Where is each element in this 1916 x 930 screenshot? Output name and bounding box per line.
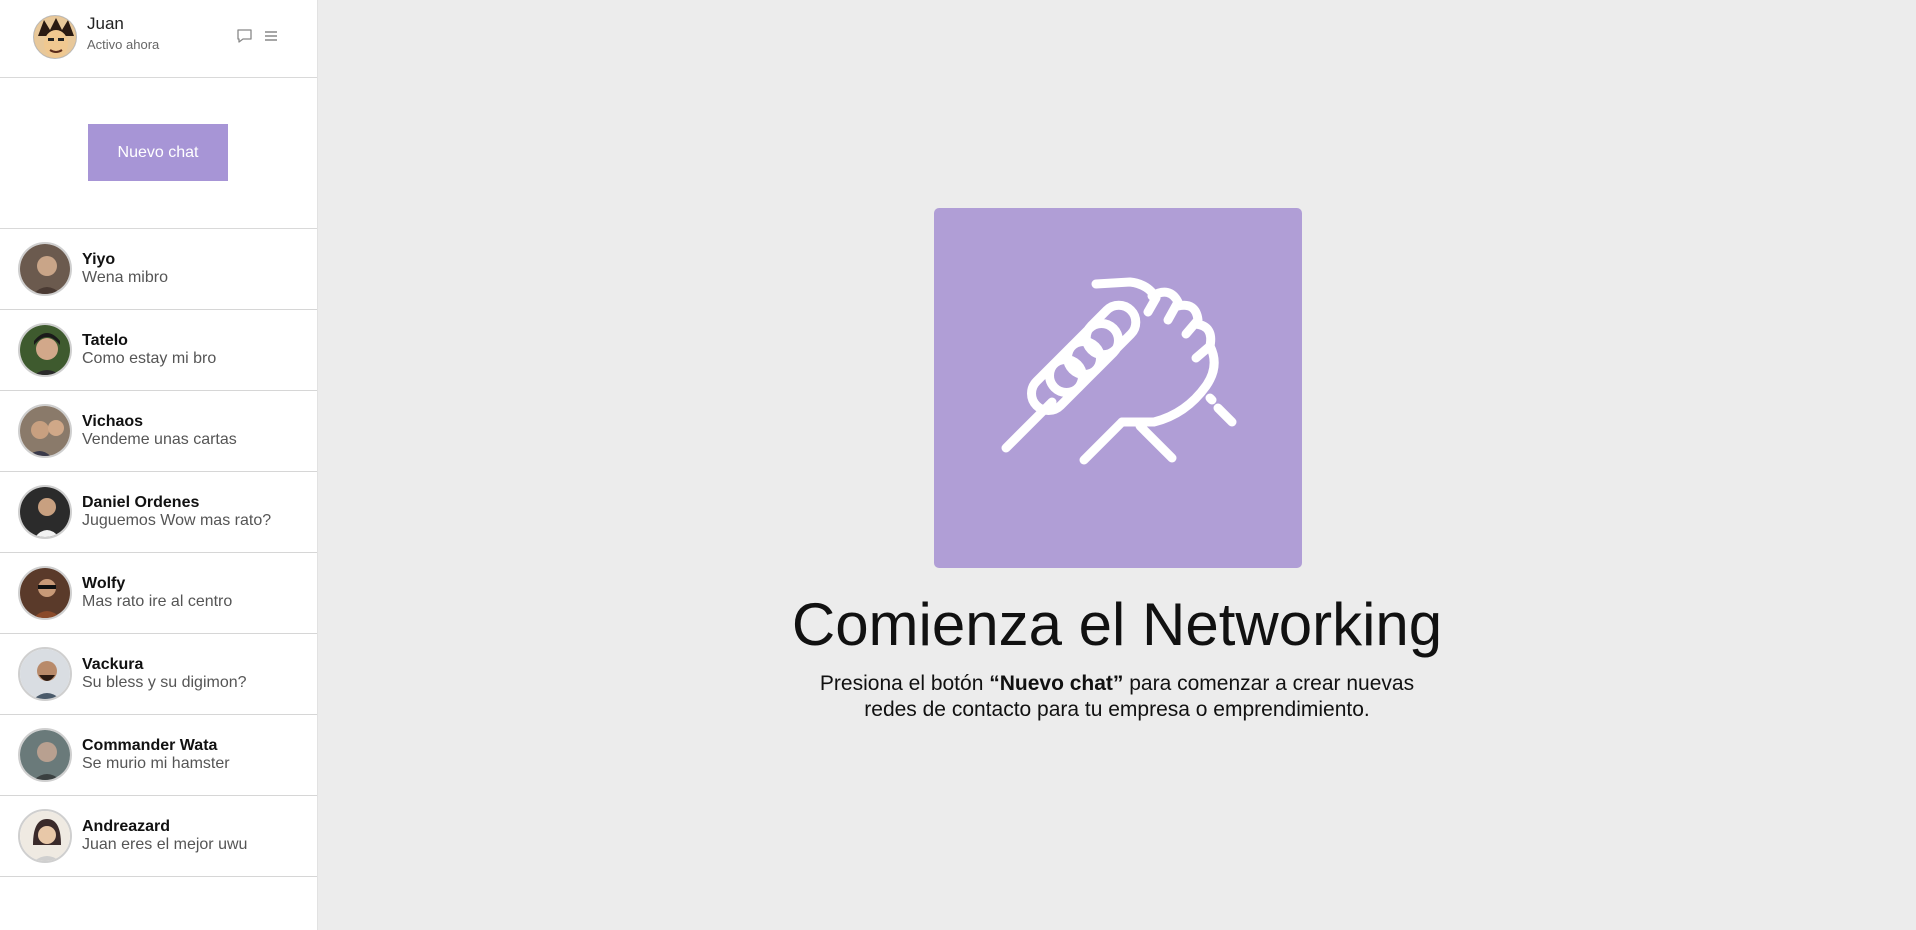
sidebar: Juan Activo ahora Nuevo chat Yiyo Wena m… <box>0 0 318 930</box>
contact-name: Wolfy <box>82 575 126 592</box>
contact-list: Yiyo Wena mibro Tatelo Como estay mi bro… <box>0 229 317 877</box>
contact-name: Commander Wata <box>82 737 218 754</box>
new-chat-button[interactable]: Nuevo chat <box>88 124 228 181</box>
contact-item-vichaos[interactable]: Vichaos Vendeme unas cartas <box>0 391 317 472</box>
contact-last-message: Como estay mi bro <box>82 350 217 367</box>
contact-name: Andreazard <box>82 818 171 835</box>
contact-item-wolfy[interactable]: Wolfy Mas rato ire al centro <box>0 553 317 634</box>
contact-avatar <box>18 242 72 296</box>
contact-name: Tatelo <box>82 332 128 349</box>
main-panel: Comienza el Networking Presiona el botón… <box>318 0 1916 930</box>
contact-name: Vichaos <box>82 413 144 430</box>
description-suffix: para comenzar a crear nuevas <box>1123 672 1415 695</box>
page-title: Comienza el Networking <box>791 591 1443 658</box>
description-line-2: redes de contacto para tu empresa o empr… <box>864 698 1370 721</box>
contact-last-message: Vendeme unas cartas <box>82 431 237 448</box>
hero-illustration <box>934 208 1302 568</box>
contact-last-message: Wena mibro <box>82 269 168 286</box>
user-avatar[interactable] <box>33 15 77 59</box>
contact-last-message: Juguemos Wow mas rato? <box>82 512 272 529</box>
hamburger-menu-icon[interactable] <box>262 27 280 45</box>
contact-avatar <box>18 809 72 863</box>
contact-last-message: Mas rato ire al centro <box>82 593 233 610</box>
contact-item-andreazard[interactable]: Andreazard Juan eres el mejor uwu <box>0 796 317 877</box>
contact-avatar <box>18 647 72 701</box>
new-chat-area: Nuevo chat <box>0 78 317 229</box>
description-line-1: Presiona el botón “Nuevo chat” para come… <box>318 671 1916 697</box>
contact-name: Vackura <box>82 656 144 673</box>
contact-item-daniel-ordenes[interactable]: Daniel Ordenes Juguemos Wow mas rato? <box>0 472 317 553</box>
user-profile-header: Juan Activo ahora <box>0 0 317 78</box>
contact-last-message: Juan eres el mejor uwu <box>82 836 248 853</box>
contact-item-vackura[interactable]: Vackura Su bless y su digimon? <box>0 634 317 715</box>
contact-avatar <box>18 485 72 539</box>
contact-last-message: Se murio mi hamster <box>82 755 230 772</box>
contact-item-commander-wata[interactable]: Commander Wata Se murio mi hamster <box>0 715 317 796</box>
contact-item-yiyo[interactable]: Yiyo Wena mibro <box>0 229 317 310</box>
description-prefix: Presiona el botón <box>819 672 990 695</box>
contact-item-tatelo[interactable]: Tatelo Como estay mi bro <box>0 310 317 391</box>
chat-bubble-icon[interactable] <box>236 27 254 45</box>
contact-avatar <box>18 404 72 458</box>
user-status: Activo ahora <box>87 37 160 52</box>
handshake-icon <box>1001 277 1237 465</box>
contact-avatar <box>18 566 72 620</box>
page-description: Presiona el botón “Nuevo chat” para come… <box>318 671 1916 723</box>
user-name: Juan <box>87 14 124 33</box>
contact-name: Yiyo <box>82 251 116 268</box>
contact-avatar <box>18 728 72 782</box>
contact-name: Daniel Ordenes <box>82 494 200 511</box>
contact-last-message: Su bless y su digimon? <box>82 674 247 691</box>
description-highlight: “Nuevo chat” <box>989 672 1124 695</box>
contact-avatar <box>18 323 72 377</box>
